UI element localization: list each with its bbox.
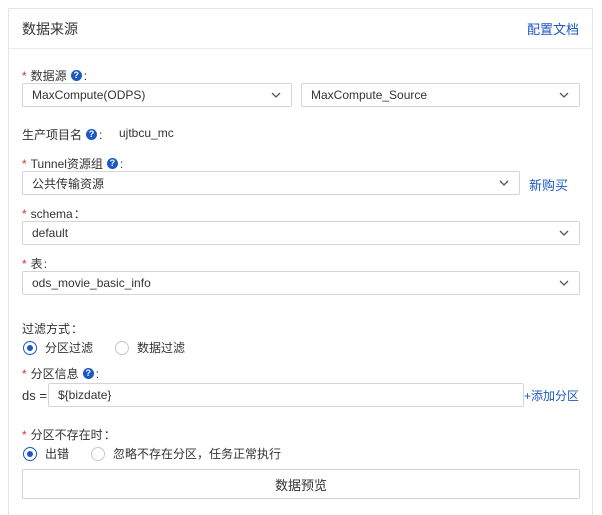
- config-doc-link[interactable]: 配置文档: [527, 19, 579, 38]
- datasource-type-select[interactable]: MaxCompute(ODPS): [22, 83, 292, 107]
- filter-radio-partition[interactable]: 分区过滤: [23, 339, 93, 356]
- filter-label: 过滤方式：: [22, 322, 84, 336]
- required-mark: *: [22, 156, 27, 171]
- buy-new-link[interactable]: 新购买: [529, 175, 568, 194]
- help-circle-icon[interactable]: ?: [86, 129, 98, 140]
- missing-radio-ignore[interactable]: 忽略不存在分区，任务正常执行: [91, 445, 281, 462]
- chevron-down-icon: [559, 92, 569, 98]
- filter-radio-data[interactable]: 数据过滤: [115, 339, 185, 356]
- chevron-down-icon: [499, 180, 509, 186]
- radio-selected[interactable]: [23, 446, 37, 461]
- required-mark: *: [22, 427, 27, 442]
- data-preview-button[interactable]: 数据预览: [22, 469, 580, 499]
- radio-selected[interactable]: [23, 340, 37, 355]
- schema-label: * schema：: [22, 206, 86, 222]
- panel-title: 数据来源: [22, 21, 78, 37]
- radio-unselected[interactable]: [91, 446, 105, 461]
- chevron-down-icon: [559, 230, 569, 236]
- required-mark: *: [22, 256, 27, 271]
- partition-value-input[interactable]: ${bizdate}: [48, 383, 524, 407]
- chevron-down-icon: [559, 280, 569, 286]
- help-circle-icon[interactable]: ?: [106, 158, 118, 169]
- required-mark: *: [22, 366, 27, 381]
- schema-select[interactable]: default: [22, 221, 580, 245]
- required-mark: *: [22, 206, 27, 221]
- partition-label: * 分区信息 ?:: [22, 366, 100, 382]
- datasource-name-select[interactable]: MaxCompute_Source: [301, 83, 580, 107]
- missing-partition-label: * 分区不存在时：: [22, 427, 116, 443]
- help-circle-icon[interactable]: ?: [70, 70, 82, 81]
- table-select[interactable]: ods_movie_basic_info: [22, 271, 580, 295]
- missing-radio-error[interactable]: 出错: [23, 445, 69, 462]
- datasource-label: * 数据源 ?:: [22, 68, 88, 84]
- help-circle-icon[interactable]: ?: [82, 368, 94, 379]
- radio-unselected[interactable]: [115, 340, 129, 355]
- project-label: 生产项目名 ?:: [22, 127, 103, 143]
- tunnel-label: * Tunnel资源组 ?:: [22, 156, 124, 172]
- tunnel-resource-select[interactable]: 公共传输资源: [22, 171, 520, 195]
- partition-key-label: ds =: [22, 388, 47, 403]
- add-partition-link[interactable]: +添加分区: [524, 387, 579, 404]
- chevron-down-icon: [271, 92, 281, 98]
- panel-header: 数据来源 配置文档: [9, 9, 592, 49]
- required-mark: *: [22, 68, 27, 83]
- project-value: ujtbcu_mc: [119, 126, 174, 140]
- data-source-panel: 数据来源 配置文档 * 数据源 ?: MaxCompute(ODPS) MaxC…: [8, 8, 593, 515]
- table-label: * 表:: [22, 256, 48, 272]
